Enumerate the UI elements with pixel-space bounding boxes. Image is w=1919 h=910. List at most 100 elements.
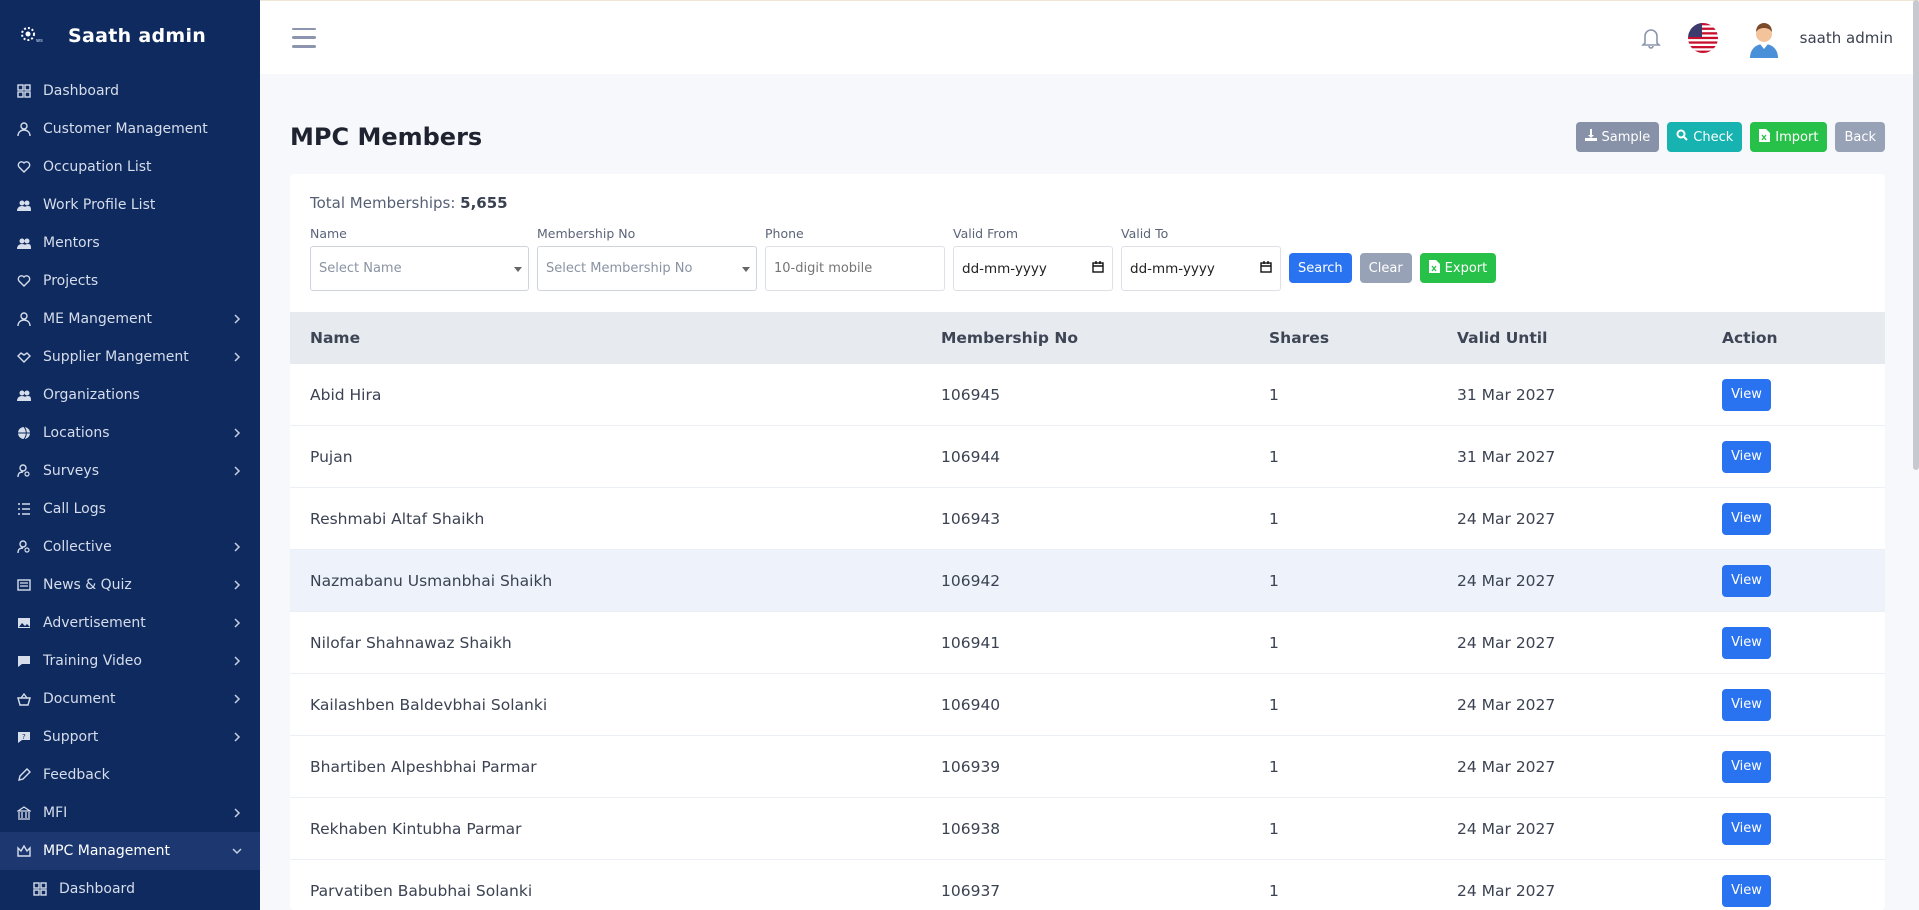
sidebar-item-occupation-list[interactable]: Occupation List [0, 148, 260, 186]
sidebar-item-mpc-management[interactable]: MPC Management [0, 832, 260, 870]
sidebar-item-advertisement[interactable]: Advertisement [0, 604, 260, 642]
sidebar-item-label: MPC Management [43, 843, 170, 859]
page-scrollbar[interactable] [1913, 0, 1919, 470]
caret-down-icon [742, 267, 750, 272]
calendar-icon[interactable] [1092, 260, 1104, 277]
us-flag-icon[interactable] [1687, 22, 1718, 53]
bell-icon[interactable] [1640, 26, 1662, 50]
filter-buttons: Search Clear Export [1289, 253, 1497, 283]
sidebar-item-call-logs[interactable]: Call Logs [0, 490, 260, 528]
header-membership-no[interactable]: Membership No [941, 329, 1078, 347]
calendar-icon[interactable] [1260, 260, 1272, 277]
table-row: Rekhaben Kintubha Parmar 106938 1 24 Mar 20… [290, 798, 1885, 860]
cell-shares: 1 [1269, 385, 1279, 404]
valid-to-filter: Valid To dd-mm-yyyy [1121, 226, 1281, 291]
header-valid-until[interactable]: Valid Until [1457, 329, 1547, 347]
export-button[interactable]: Export [1419, 253, 1497, 283]
sidebar-item-document[interactable]: Document [0, 680, 260, 718]
user-icon [16, 311, 32, 327]
name-select[interactable]: Select Name [310, 246, 529, 291]
view-button[interactable]: View [1722, 502, 1771, 535]
view-button[interactable]: View [1722, 564, 1771, 597]
sidebar-item-mentors[interactable]: Mentors [0, 224, 260, 262]
cell-action: View [1722, 564, 1771, 597]
download-icon [1584, 129, 1597, 145]
view-button[interactable]: View [1722, 874, 1771, 907]
globe-icon [16, 425, 32, 441]
header-shares[interactable]: Shares [1269, 329, 1329, 347]
sidebar-item-locations[interactable]: Locations [0, 414, 260, 452]
sidebar-item-training-video[interactable]: Training Video [0, 642, 260, 680]
valid-from-input[interactable]: dd-mm-yyyy [953, 246, 1113, 291]
sidebar-item-collective[interactable]: Collective [0, 528, 260, 566]
back-button[interactable]: Back [1835, 122, 1885, 152]
valid-to-input[interactable]: dd-mm-yyyy [1121, 246, 1281, 291]
view-button[interactable]: View [1722, 440, 1771, 473]
cell-membership-no: 106945 [941, 385, 1001, 404]
cell-membership-no: 106940 [941, 695, 1001, 714]
membership-no-select[interactable]: Select Membership No [537, 246, 757, 291]
crown-icon [16, 843, 32, 859]
view-button[interactable]: View [1722, 812, 1771, 845]
import-button[interactable]: Import [1750, 122, 1828, 152]
chevron-right-icon [232, 466, 242, 476]
valid-from-label: Valid From [953, 226, 1019, 241]
avatar[interactable] [1744, 18, 1784, 58]
chevron-right-icon [232, 732, 242, 742]
chevron-right-icon [232, 694, 242, 704]
brand[interactable]: ws Saath admin [0, 0, 260, 72]
file-excel-icon [1428, 259, 1440, 277]
sidebar-item-news-quiz[interactable]: News & Quiz [0, 566, 260, 604]
membership-no-filter: Membership No Select Membership No [537, 226, 757, 291]
sidebar-item-label: Locations [43, 425, 110, 441]
total-memberships-value: 5,655 [460, 194, 508, 212]
sidebar-item-label: Mentors [43, 235, 100, 251]
sidebar-item-me-mangement[interactable]: ME Mangement [0, 300, 260, 338]
chevron-right-icon [232, 618, 242, 628]
chevron-right-icon [232, 428, 242, 438]
clear-button[interactable]: Clear [1359, 253, 1412, 283]
sidebar-item-customer-management[interactable]: Customer Management [0, 110, 260, 148]
table-header: Name Membership No Shares Valid Until Ac… [290, 312, 1885, 364]
cell-shares: 1 [1269, 633, 1279, 652]
sidebar-item-label: Surveys [43, 463, 99, 479]
sidebar-item-surveys[interactable]: Surveys [0, 452, 260, 490]
cell-shares: 1 [1269, 881, 1279, 900]
sidebar-item-support[interactable]: ? Support [0, 718, 260, 756]
search-button[interactable]: Search [1289, 253, 1352, 283]
cell-valid-until: 24 Mar 2027 [1457, 509, 1556, 528]
view-button[interactable]: View [1722, 750, 1771, 783]
cell-membership-no: 106939 [941, 757, 1001, 776]
cell-action: View [1722, 626, 1771, 659]
newspaper-icon [16, 577, 32, 593]
username[interactable]: saath admin [1800, 29, 1893, 47]
cell-shares: 1 [1269, 571, 1279, 590]
sidebar-item-feedback[interactable]: Feedback [0, 756, 260, 794]
sample-button[interactable]: Sample [1575, 122, 1660, 152]
sidebar-item-supplier-mangement[interactable]: Supplier Mangement [0, 338, 260, 376]
sidebar-item-dashboard[interactable]: Dashboard [0, 72, 260, 110]
heart-hand-icon [16, 159, 32, 175]
check-button[interactable]: Check [1667, 122, 1743, 152]
view-button[interactable]: View [1722, 378, 1771, 411]
chevron-right-icon [232, 314, 242, 324]
view-button[interactable]: View [1722, 688, 1771, 721]
cell-membership-no: 106941 [941, 633, 1001, 652]
sidebar-item-label: Call Logs [43, 501, 106, 517]
filter-bar: Name Select Name Membership No Select Me… [310, 226, 1497, 291]
cell-membership-no: 106937 [941, 881, 1001, 900]
user-search-icon [16, 539, 32, 555]
sidebar-nav: Dashboard Customer Management Occupation L… [0, 72, 260, 908]
cell-valid-until: 24 Mar 2027 [1457, 633, 1556, 652]
phone-input[interactable] [765, 246, 945, 291]
menu-toggle-icon[interactable] [292, 27, 316, 48]
sidebar-item-work-profile-list[interactable]: Work Profile List [0, 186, 260, 224]
cell-action: View [1722, 750, 1771, 783]
sidebar-item-dashboard-sub[interactable]: Dashboard [0, 870, 260, 908]
sidebar-item-projects[interactable]: Projects [0, 262, 260, 300]
sidebar-item-mfi[interactable]: MFI [0, 794, 260, 832]
header-name[interactable]: Name [310, 329, 360, 347]
chevron-right-icon [232, 808, 242, 818]
view-button[interactable]: View [1722, 626, 1771, 659]
sidebar-item-organizations[interactable]: Organizations [0, 376, 260, 414]
